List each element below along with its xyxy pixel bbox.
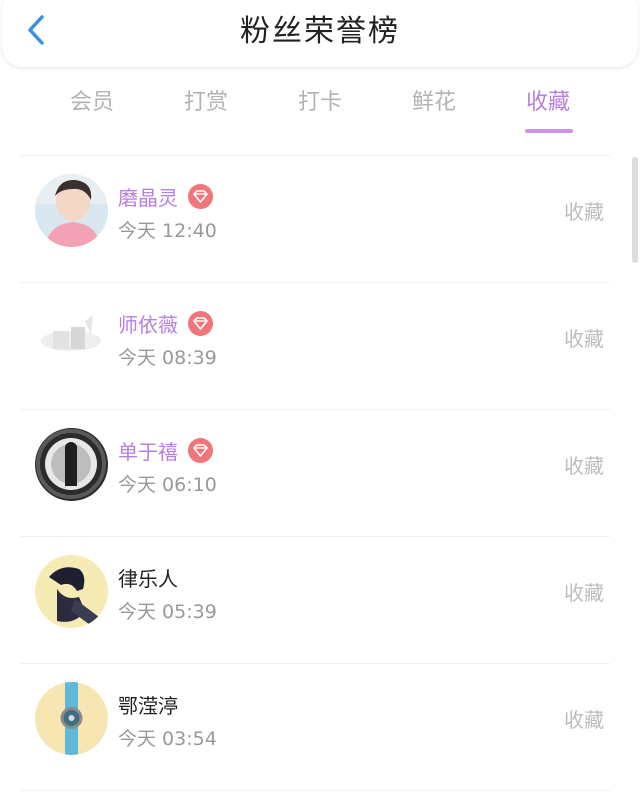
avatar[interactable]: [35, 555, 108, 628]
avatar[interactable]: [35, 682, 108, 755]
name-line: 律乐人: [118, 561, 178, 593]
fan-name[interactable]: 磨晶灵: [118, 182, 178, 211]
name-line: 师依薇: [118, 307, 213, 339]
tab-tips[interactable]: 打赏: [149, 84, 263, 136]
fan-name[interactable]: 鄂滢渟: [118, 690, 178, 719]
timestamp: 今天 03:54: [118, 728, 217, 750]
fan-name[interactable]: 师依薇: [118, 309, 178, 338]
tab-members[interactable]: 会员: [35, 84, 149, 136]
list-item[interactable]: 磨晶灵 今天 12:40 收藏: [0, 156, 640, 283]
timestamp: 今天 12:40: [118, 220, 217, 242]
favorite-label: 收藏: [564, 581, 604, 605]
diamond-icon: [188, 437, 213, 463]
favorite-label: 收藏: [564, 327, 604, 351]
tab-bar: 会员 打赏 打卡 鲜花 收藏: [35, 84, 605, 136]
tab-checkin[interactable]: 打卡: [263, 84, 377, 136]
fan-name[interactable]: 单于禧: [118, 436, 178, 465]
name-line: 单于禧: [118, 434, 213, 466]
top-nav-bar: 粉丝荣誉榜: [2, 0, 638, 67]
page-title: 粉丝荣誉榜: [240, 14, 400, 49]
timestamp: 今天 06:10: [118, 474, 217, 496]
list-item[interactable]: 律乐人 今天 05:39 收藏: [0, 537, 640, 664]
list-item[interactable]: 单于禧 今天 06:10 收藏: [0, 410, 640, 537]
favorite-label: 收藏: [564, 708, 604, 732]
avatar[interactable]: [35, 174, 108, 247]
favorite-label: 收藏: [564, 200, 604, 224]
timestamp: 今天 05:39: [118, 601, 217, 623]
tab-flowers[interactable]: 鲜花: [377, 84, 491, 136]
diamond-icon: [188, 183, 213, 209]
divider: [20, 790, 610, 791]
timestamp: 今天 08:39: [118, 347, 217, 369]
active-tab-indicator: [525, 129, 573, 133]
avatar[interactable]: [35, 301, 108, 374]
diamond-icon: [188, 310, 213, 336]
name-line: 鄂滢渟: [118, 688, 178, 720]
favorite-label: 收藏: [564, 454, 604, 478]
fan-honor-page: 粉丝荣誉榜 会员 打赏 打卡 鲜花 收藏 磨晶灵 今天 12:40 收藏 师依薇…: [0, 0, 640, 796]
scrollbar[interactable]: [632, 157, 638, 263]
list-item[interactable]: 师依薇 今天 08:39 收藏: [0, 283, 640, 410]
avatar[interactable]: [35, 428, 108, 501]
list-item[interactable]: 鄂滢渟 今天 03:54 收藏: [0, 664, 640, 791]
name-line: 磨晶灵: [118, 180, 213, 212]
fan-name[interactable]: 律乐人: [118, 563, 178, 592]
